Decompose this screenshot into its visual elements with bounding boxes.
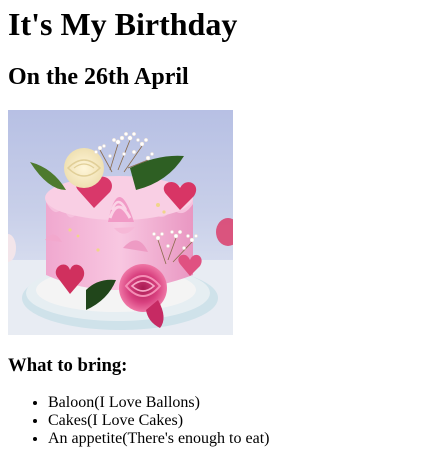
list-item: An appetite(There's enough to eat)	[48, 430, 269, 448]
page-title: It's My Birthday	[8, 6, 238, 42]
page-subtitle: On the 26th April	[8, 64, 189, 90]
bring-list: Baloon(I Love Ballons) Cakes(I Love Cake…	[8, 394, 269, 448]
list-item: Baloon(I Love Ballons)	[48, 394, 269, 412]
page: It's My Birthday On the 26th April What …	[0, 0, 421, 447]
birthday-cake-photo	[8, 110, 233, 335]
bring-heading: What to bring:	[8, 355, 128, 376]
list-item: Cakes(I Love Cakes)	[48, 412, 269, 430]
